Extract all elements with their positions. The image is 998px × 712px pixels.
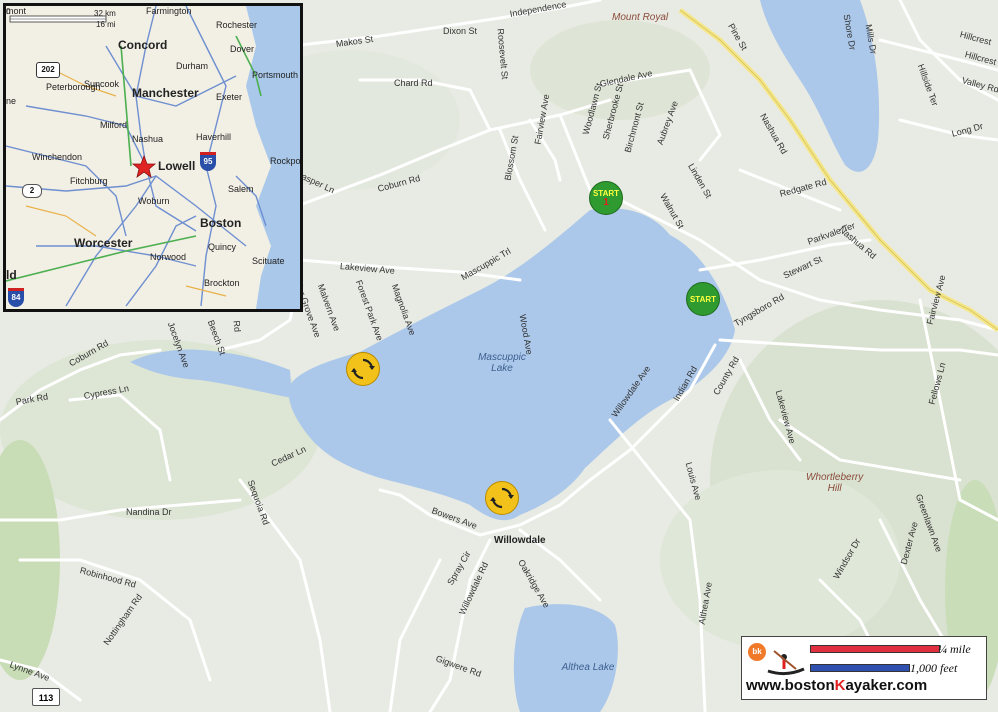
inset-city-label: Norwood [150, 252, 187, 262]
inset-city-label: mont [6, 6, 27, 16]
url-prefix: www.boston [746, 677, 835, 694]
poi-label-whortleberry-hill: Whortleberry Hill [806, 472, 864, 494]
inset-city-label: Worcester [74, 236, 133, 250]
inset-city-label: Woburn [138, 196, 170, 206]
scale-label-quarter-mile: ¼ mile [938, 642, 971, 656]
inset-city-label: Peterborough [46, 82, 101, 92]
inset-city-label: Scituate [252, 256, 285, 266]
town-label-willowdale: Willowdale [494, 535, 546, 546]
inset-route-shield: 202 [36, 62, 60, 78]
start-marker-2[interactable]: START [686, 282, 720, 316]
inset-city-label: Rockport [270, 156, 303, 166]
inset-city-label: Haverhill [196, 132, 232, 142]
street-label: Chard Rd [394, 78, 433, 88]
inset-city-label: Brockton [204, 278, 240, 288]
route-113-shield: 113 [32, 688, 60, 706]
inset-city-label: Boston [200, 216, 242, 230]
inset-city-label: Exeter [216, 92, 243, 102]
scale-bar-quarter-mile [810, 645, 940, 653]
scale-bar-1000-feet [810, 664, 910, 672]
inset-scale-mi: 16 mi [96, 20, 116, 29]
inset-city-label: Rochester [216, 20, 258, 30]
water-label-mascuppic-lake: Mascuppic Lake [478, 352, 526, 374]
website-url[interactable]: www.bostonKayaker.com [746, 677, 927, 694]
url-suffix: ayaker.com [845, 677, 928, 694]
street-label: Nandina Dr [126, 507, 172, 517]
inset-route-shield: 2 [22, 184, 42, 198]
regional-inset-map[interactable]: 0 32 km 16 mi Farmington Rochester Concord… [3, 3, 303, 312]
inset-city-label: Salem [228, 184, 254, 194]
loop-marker-south[interactable] [485, 481, 519, 515]
inset-city-label: Concord [118, 38, 168, 52]
inset-city-label: ne [6, 96, 17, 106]
inset-city-label: Farmington [146, 6, 192, 16]
loop-arrows-icon [490, 487, 514, 509]
start-marker-1[interactable]: START 1 [589, 181, 623, 215]
water-label-althea-lake: Althea Lake [561, 662, 615, 673]
inset-city-label: Dover [230, 44, 255, 54]
start-marker-2-label: START [689, 294, 717, 304]
inset-city-label: Nashua [132, 134, 164, 144]
scale-label-1000-feet: 1,000 feet [910, 661, 958, 675]
althea-lake [513, 604, 618, 712]
map-canvas[interactable]: Makos St Dixon St Independence Chard Rd Glen… [0, 0, 998, 712]
inset-scale-km: 32 km [94, 9, 116, 18]
poi-label-mount-royal: Mount Royal [612, 12, 669, 23]
bk-badge: bk [748, 643, 766, 661]
loop-marker-west[interactable] [346, 352, 380, 386]
inset-city-label: Lowell [158, 159, 196, 173]
inset-city-label: Manchester [132, 86, 199, 100]
kayaker-icon [767, 650, 805, 676]
inset-city-label: Quincy [208, 242, 237, 252]
inset-city-label: Winchendon [32, 152, 83, 162]
loop-arrows-icon [351, 358, 375, 380]
inset-city-label: Fitchburg [70, 176, 108, 186]
url-k: K [834, 677, 846, 694]
street-label: Rd [231, 320, 243, 333]
street-label: Dixon St [443, 26, 478, 36]
inset-city-label: Milford [100, 120, 128, 130]
inset-route-shield: 95 [200, 152, 216, 171]
inset-route-shield: 84 [8, 288, 24, 307]
inset-city-label: ld [6, 268, 17, 282]
inset-city-label: Durham [176, 61, 209, 71]
bostonkayaker-logo-scale: bk ¼ mile 1,000 feet www.bostonKayaker.c… [741, 636, 987, 700]
start-marker-1-number: 1 [603, 197, 609, 208]
inset-city-label: Portsmouth [252, 70, 299, 80]
